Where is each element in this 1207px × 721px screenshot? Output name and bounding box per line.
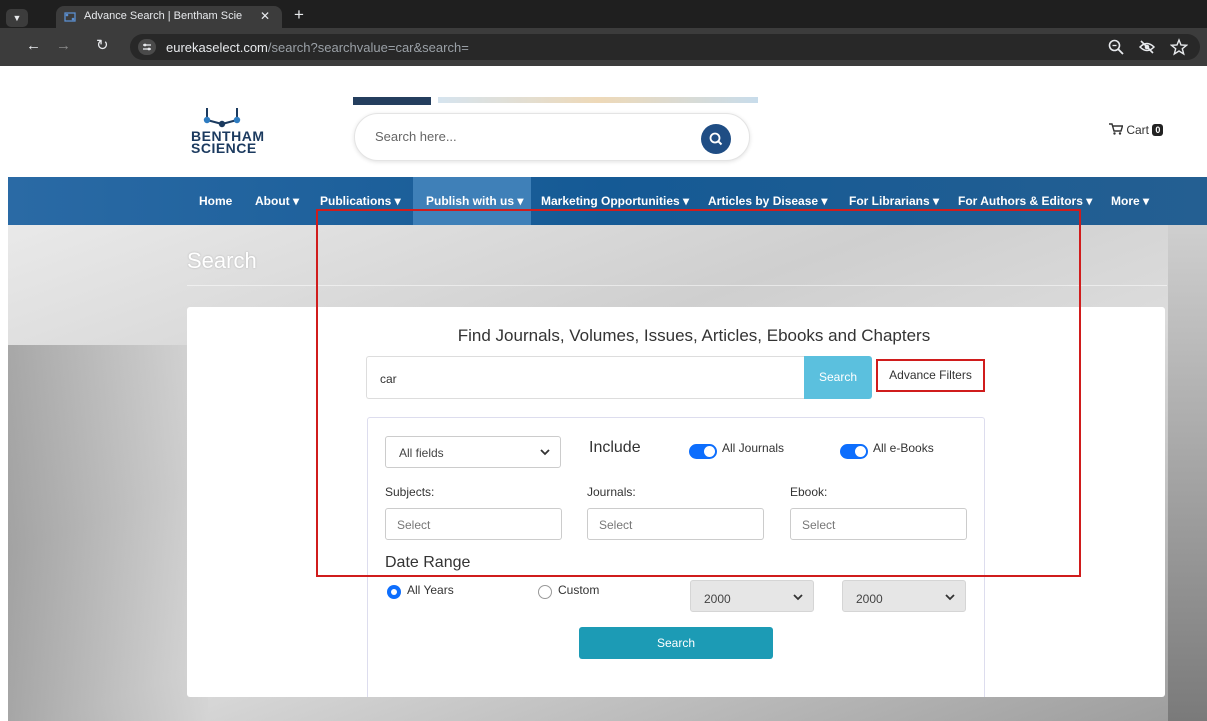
page-title: Search (187, 248, 257, 273)
year-to-value: 2000 (856, 592, 883, 606)
site-search-bar (354, 113, 750, 161)
nav-item-for-authors-editors[interactable]: For Authors & Editors ▾ (958, 194, 1092, 208)
site-search-input[interactable] (375, 129, 675, 144)
nav-item-marketing-opportunities[interactable]: Marketing Opportunities ▾ (541, 194, 689, 208)
reload-icon[interactable]: ↻ (96, 38, 109, 54)
advanced-search-submit-button[interactable]: Search (579, 627, 773, 659)
nav-item-publications[interactable]: Publications ▾ (320, 194, 401, 208)
bentham-logo[interactable]: BENTHAM SCIENCE (191, 102, 281, 164)
logo-text: BENTHAM SCIENCE (191, 128, 265, 156)
search-icon (709, 132, 723, 146)
chevron-down-icon (945, 594, 955, 601)
site-header: BENTHAM SCIENCE Cart 0 (8, 97, 1207, 177)
nav-item-publish-with-us[interactable]: Publish with us ▾ (426, 194, 523, 208)
tab-title: Advance Search | Bentham Scie (84, 10, 243, 22)
nav-item-about[interactable]: About ▾ (255, 194, 299, 208)
back-icon[interactable]: ← (26, 38, 41, 54)
nav-item-articles-by-disease[interactable]: Articles by Disease ▾ (708, 194, 827, 208)
tab-close-icon[interactable]: ✕ (260, 9, 270, 23)
new-tab-icon[interactable]: + (294, 6, 304, 24)
custom-radio[interactable] (538, 585, 552, 599)
all-years-label: All Years (407, 583, 454, 597)
annotation-highlight-box (316, 209, 1081, 577)
all-years-radio[interactable] (387, 585, 401, 599)
nav-item-more[interactable]: More ▾ (1111, 194, 1149, 208)
browser-tab[interactable]: Advance Search | Bentham Scie ✕ (56, 6, 282, 28)
chevron-down-icon (793, 594, 803, 601)
url-text: eurekaselect.com/search?searchvalue=car&… (166, 40, 469, 55)
custom-label: Custom (558, 583, 600, 597)
site-favicon (64, 12, 76, 22)
cart-label: Cart (1126, 123, 1150, 137)
hero-background-shade (8, 345, 208, 721)
header-banner-image (438, 97, 758, 103)
hero-background-books (1168, 225, 1207, 721)
site-search-button[interactable] (701, 124, 731, 154)
site-info-icon[interactable] (138, 39, 156, 55)
browser-toolbar: ← → ↻ eurekaselect.com/search?searchvalu… (0, 28, 1207, 66)
browser-tab-strip: ▼ Advance Search | Bentham Scie ✕ + (0, 0, 1207, 28)
address-bar[interactable]: eurekaselect.com/search?searchvalue=car&… (130, 34, 1200, 60)
header-banner-strip (353, 97, 431, 105)
nav-item-for-librarians[interactable]: For Librarians ▾ (849, 194, 939, 208)
year-from-value: 2000 (704, 592, 731, 606)
forward-icon[interactable]: → (56, 38, 71, 54)
address-bar-actions (1097, 38, 1189, 56)
bookmark-star-icon[interactable] (1169, 38, 1189, 56)
cart-button[interactable]: Cart 0 (1109, 123, 1164, 137)
tab-search-button[interactable]: ▼ (6, 9, 28, 27)
cart-icon (1109, 123, 1124, 135)
cart-count-badge: 0 (1152, 124, 1164, 136)
nav-item-home[interactable]: Home (199, 194, 232, 208)
eye-slash-icon[interactable] (1138, 38, 1156, 56)
zoom-icon[interactable] (1107, 38, 1125, 56)
year-to-select[interactable]: 2000 (842, 580, 966, 612)
year-from-select[interactable]: 2000 (690, 580, 814, 612)
molecule-logo-icon (203, 108, 241, 128)
